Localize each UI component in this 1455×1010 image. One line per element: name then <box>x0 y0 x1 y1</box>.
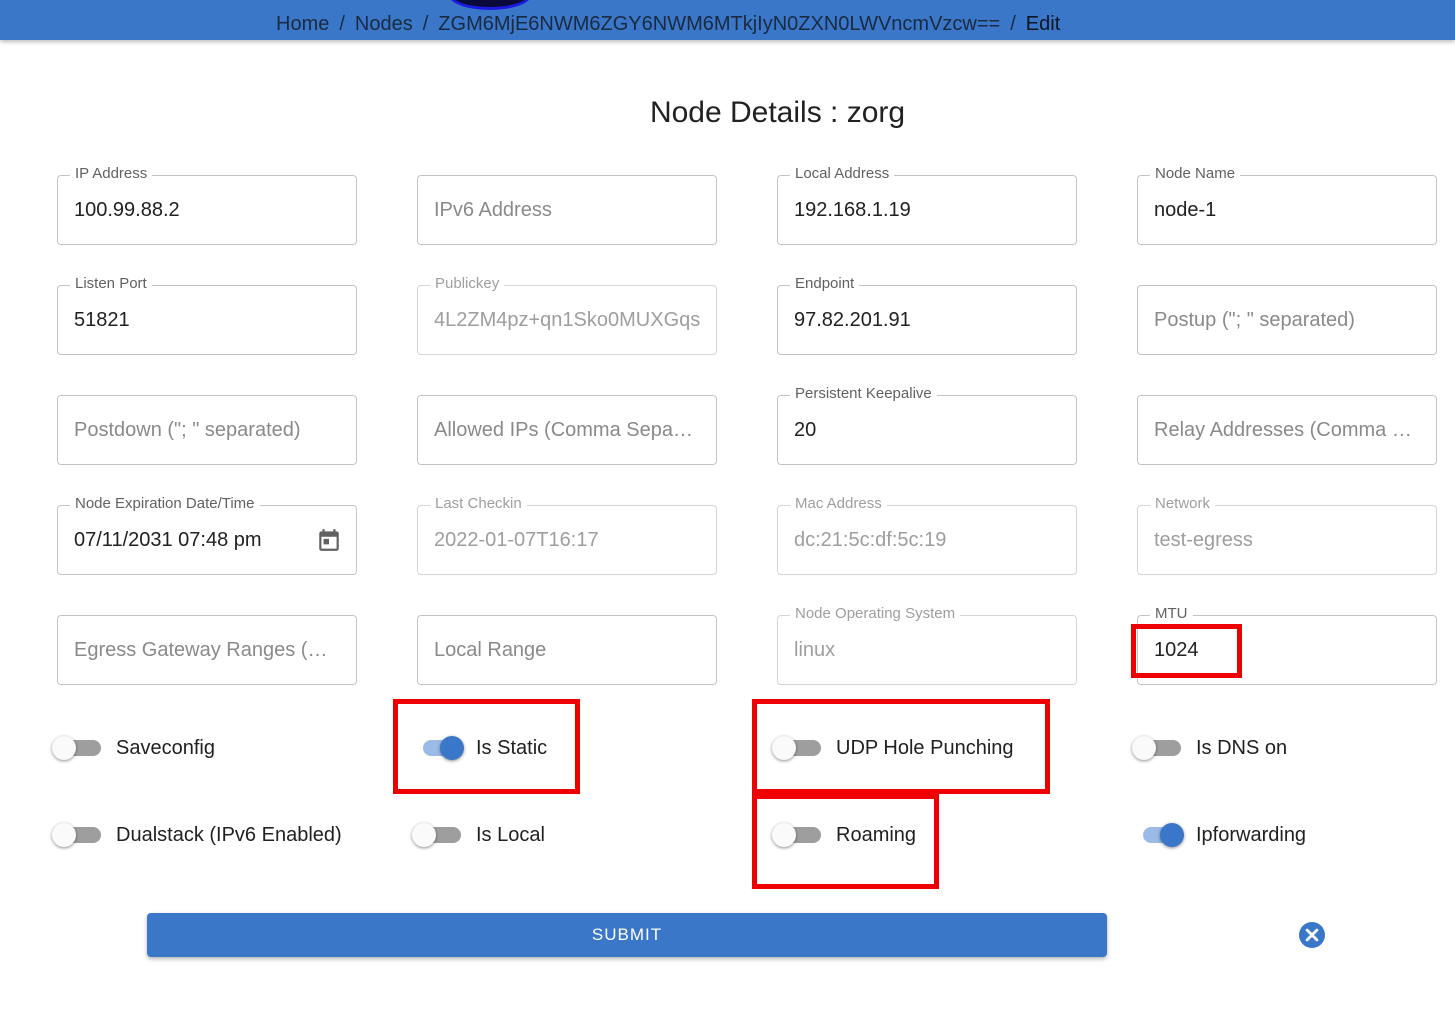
expiration-label: Node Expiration Date/Time <box>70 495 260 512</box>
postup-input[interactable] <box>1154 306 1422 334</box>
mtu-highlight-box <box>1131 624 1242 678</box>
os-input <box>794 636 1062 664</box>
node-name-field: Node Name <box>1137 165 1437 245</box>
endpoint-field: Endpoint <box>777 275 1077 355</box>
page-title: Node Details : zorg <box>649 96 906 129</box>
ipforwarding-switch[interactable]: Ipforwarding <box>1135 815 1306 855</box>
ipv6-address-input[interactable] <box>434 196 702 224</box>
local-address-field: Local Address <box>777 165 1077 245</box>
mac-address-field: Mac Address <box>777 495 1077 575</box>
last-checkin-field: Last Checkin <box>417 495 717 575</box>
os-field: Node Operating System <box>777 605 1077 685</box>
last-checkin-label: Last Checkin <box>430 495 527 512</box>
ipv6-address-field <box>417 175 717 245</box>
top-app-bar: Home / Nodes / ZGM6MjE6NWM6ZGY6NWM6MTkjIyN0Z… <box>0 0 1455 40</box>
mtu-label: MTU <box>1150 605 1193 622</box>
is-local-label: Is Local <box>476 823 545 846</box>
switch-thumb <box>1132 736 1156 760</box>
postdown-field <box>57 395 357 465</box>
os-label: Node Operating System <box>790 605 961 622</box>
breadcrumb-nodes[interactable]: Nodes <box>355 13 413 35</box>
is-dns-on-label: Is DNS on <box>1196 736 1288 759</box>
publickey-field: Publickey <box>417 275 717 355</box>
publickey-input <box>434 306 702 334</box>
endpoint-input[interactable] <box>794 306 1062 334</box>
udp-hole-punching-highlight-box <box>752 699 1050 794</box>
close-circle-icon[interactable] <box>1299 922 1325 948</box>
expiration-input[interactable] <box>74 526 309 554</box>
dualstack-switch[interactable]: Dualstack (IPv6 Enabled) <box>52 815 342 855</box>
egress-ranges-field <box>57 615 357 685</box>
switch-thumb <box>52 736 76 760</box>
persistent-keepalive-label: Persistent Keepalive <box>790 385 937 402</box>
ipforwarding-label: Ipforwarding <box>1196 823 1307 846</box>
relay-addresses-input[interactable] <box>1154 416 1422 444</box>
listen-port-label: Listen Port <box>70 275 152 292</box>
persistent-keepalive-input[interactable] <box>794 416 1062 444</box>
breadcrumb: Home / Nodes / ZGM6MjE6NWM6ZGY6NWM6MTkjIyN0Z… <box>276 13 1060 36</box>
network-input <box>1154 526 1422 554</box>
switch-track <box>1132 728 1181 768</box>
postdown-input[interactable] <box>74 416 342 444</box>
relay-addresses-field <box>1137 395 1437 465</box>
saveconfig-label: Saveconfig <box>116 736 215 759</box>
switch-track <box>52 815 101 855</box>
mac-address-input <box>794 526 1062 554</box>
local-address-input[interactable] <box>794 196 1062 224</box>
is-local-switch[interactable]: Is Local <box>412 815 545 855</box>
local-range-field <box>417 615 717 685</box>
mac-address-label: Mac Address <box>790 495 887 512</box>
switch-thumb <box>1160 823 1184 847</box>
breadcrumb-current: Edit <box>1025 13 1061 35</box>
network-label: Network <box>1150 495 1216 512</box>
calendar-icon[interactable] <box>316 526 342 554</box>
listen-port-input[interactable] <box>74 306 342 334</box>
allowed-ips-field <box>417 395 717 465</box>
ip-address-label: IP Address <box>70 165 153 182</box>
is-static-highlight-box <box>393 699 580 794</box>
allowed-ips-input[interactable] <box>434 416 702 444</box>
switch-track <box>412 815 461 855</box>
node-name-label: Node Name <box>1150 165 1241 182</box>
ip-address-field: IP Address <box>57 165 357 245</box>
submit-button[interactable]: SUBMIT <box>147 913 1107 957</box>
local-address-label: Local Address <box>790 165 895 182</box>
saveconfig-switch[interactable]: Saveconfig <box>52 728 215 768</box>
switch-thumb <box>52 823 76 847</box>
postup-field <box>1137 285 1437 355</box>
breadcrumb-separator: / <box>339 13 345 35</box>
persistent-keepalive-field: Persistent Keepalive <box>777 385 1077 465</box>
roaming-highlight-box <box>752 794 939 889</box>
breadcrumb-home[interactable]: Home <box>276 13 329 35</box>
local-range-input[interactable] <box>434 636 702 664</box>
switch-track <box>1135 815 1184 855</box>
breadcrumb-node-id[interactable]: ZGM6MjE6NWM6ZGY6NWM6MTkjIyN0ZXN0LWVncmVz… <box>438 13 1000 35</box>
breadcrumb-separator: / <box>1010 13 1016 35</box>
switch-track <box>52 728 101 768</box>
publickey-label: Publickey <box>430 275 505 292</box>
is-dns-on-switch[interactable]: Is DNS on <box>1132 728 1288 768</box>
network-field: Network <box>1137 495 1437 575</box>
ip-address-input[interactable] <box>74 196 342 224</box>
listen-port-field: Listen Port <box>57 275 357 355</box>
egress-ranges-input[interactable] <box>74 636 342 664</box>
expiration-field: Node Expiration Date/Time <box>57 495 357 575</box>
logo[interactable] <box>448 0 532 10</box>
node-name-input[interactable] <box>1154 196 1422 224</box>
dualstack-label: Dualstack (IPv6 Enabled) <box>116 823 342 846</box>
endpoint-label: Endpoint <box>790 275 860 292</box>
switch-thumb <box>412 823 436 847</box>
breadcrumb-separator: / <box>422 13 429 35</box>
last-checkin-input <box>434 526 702 554</box>
